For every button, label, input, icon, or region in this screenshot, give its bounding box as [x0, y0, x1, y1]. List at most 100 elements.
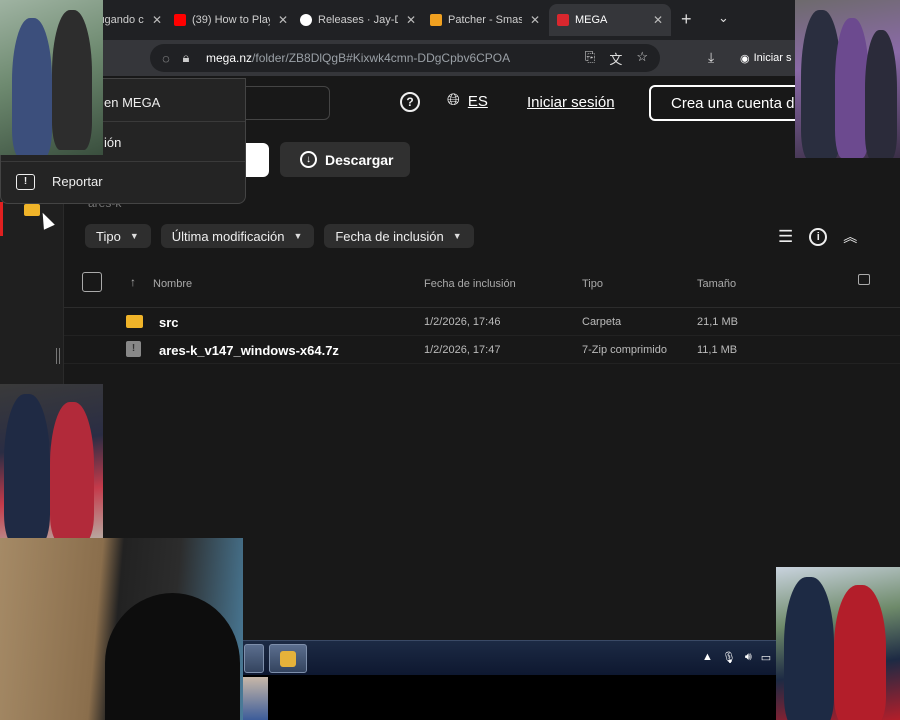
file-size: 11,1 MB [697, 344, 738, 356]
tab-label: Patcher - Smash [448, 14, 522, 26]
tab-list-button[interactable]: ⌄ [718, 10, 729, 26]
filter-bar: Tipo ▼ Última modificación ▼ Fecha de in… [85, 224, 474, 248]
windows-taskbar: ▲ 🎙︎ 🔊︎ ▭ [242, 640, 778, 675]
close-tab-icon[interactable]: ✕ [406, 13, 416, 27]
system-tray: ▲ 🎙︎ 🔊︎ ▭ [702, 651, 771, 664]
close-tab-icon[interactable]: ✕ [152, 13, 162, 27]
menu-item-label: Reportar [52, 174, 103, 189]
download-icon: ↓ [300, 151, 317, 168]
new-tab-button[interactable]: + [681, 9, 692, 30]
person-figure [784, 577, 834, 720]
lock-icon[interactable]: 🔒︎ [176, 50, 196, 66]
globe-icon: 🌐︎ [447, 92, 460, 109]
person-figure [834, 585, 886, 720]
tab-3[interactable]: Releases · Jay-D ✕ [300, 4, 418, 36]
column-size[interactable]: Tamaño [697, 278, 736, 290]
mega-logo-icon [557, 14, 569, 26]
chevron-down-icon: ▼ [293, 231, 303, 241]
tab-mega[interactable]: MEGA ✕ [549, 4, 671, 36]
column-type[interactable]: Tipo [582, 278, 603, 290]
column-name[interactable]: Nombre [153, 278, 192, 290]
downloads-icon[interactable]: ⤓ [708, 49, 714, 66]
install-app-icon[interactable]: ⎘ [585, 49, 595, 68]
language-selector[interactable]: 🌐︎ ES [447, 92, 488, 110]
taskbar-app-button[interactable] [269, 644, 307, 673]
browser-toolbar: ◌ 🔒︎ mega.nz /folder/ZB8DlQgB#Kixwk4cmn-… [0, 40, 900, 76]
volume-icon[interactable]: 🔊︎ [745, 651, 752, 664]
download-label: Descargar [325, 151, 394, 168]
signup-label: Crea una cuenta de [671, 94, 803, 112]
app-icon [280, 651, 296, 667]
tray-expand-icon[interactable]: ▲ [702, 651, 713, 664]
filter-last-modified[interactable]: Última modificación ▼ [160, 224, 315, 248]
taskbar-app-button[interactable] [244, 644, 264, 673]
download-button[interactable]: ↓ Descargar [280, 142, 410, 177]
archive-file-icon: ! [126, 341, 141, 357]
filter-label: Tipo [96, 228, 121, 244]
collapse-icon[interactable]: ︽ [843, 227, 857, 247]
black-strip [242, 675, 778, 720]
photo-overlay-left-middle [0, 384, 103, 538]
person-figure [865, 30, 897, 158]
tab-label: (39) How to Play [192, 14, 270, 26]
list-view-icon[interactable]: ☰ [778, 227, 793, 247]
file-size: 21,1 MB [697, 316, 738, 328]
site-info-icon[interactable]: ◌ [156, 51, 176, 66]
person-figure [50, 402, 94, 538]
file-name: ares-k_v147_windows-x64.7z [159, 343, 339, 358]
close-tab-icon[interactable]: ✕ [653, 13, 663, 27]
browser-tab-strip: jugando co ✕ (39) How to Play ✕ Releases… [0, 0, 900, 40]
youtube-icon [174, 14, 186, 26]
filter-label: Fecha de inclusión [335, 228, 444, 244]
sidebar-resize-handle-icon[interactable] [56, 348, 60, 364]
tab-label: jugando co [96, 14, 144, 26]
language-code: ES [467, 92, 488, 110]
sort-arrow-icon[interactable]: ↑ [130, 275, 136, 289]
report-icon: ! [16, 174, 35, 190]
file-type: 7-Zip comprimido [582, 344, 667, 356]
menu-item-label: ión [104, 135, 122, 150]
table-row[interactable]: ! ares-k_v147_windows-x64.7z 1/2/2026, 1… [64, 336, 900, 364]
tab-label: Releases · Jay-D [318, 14, 398, 26]
display-icon[interactable]: ▭ [761, 651, 771, 664]
account-icon: ◉ [740, 52, 750, 65]
file-name: src [159, 315, 179, 330]
photo-overlay-bottom-right [776, 567, 900, 720]
info-icon[interactable]: i [809, 228, 828, 246]
chevron-down-icon: ▼ [452, 231, 462, 241]
file-date: 1/2/2026, 17:46 [424, 316, 501, 328]
microphone-icon[interactable]: 🎙︎ [722, 651, 736, 664]
bookmark-star-icon[interactable]: ☆ [636, 49, 648, 68]
tab-2[interactable]: (39) How to Play ✕ [174, 4, 290, 36]
column-date[interactable]: Fecha de inclusión [424, 278, 516, 290]
menu-item-report[interactable]: Reportar [1, 162, 245, 202]
tab-label: MEGA [575, 14, 608, 26]
translate-icon[interactable]: 文 [609, 49, 622, 68]
person-figure [835, 18, 869, 158]
table-row[interactable]: src 1/2/2026, 17:46 Carpeta 21,1 MB [64, 308, 900, 336]
view-controls: ☰ i ︽ [778, 227, 857, 247]
person-figure [12, 18, 52, 155]
person-figure [4, 394, 50, 538]
url-host: mega.nz [206, 51, 253, 65]
login-link[interactable]: Iniciar sesión [527, 94, 615, 111]
filter-date-added[interactable]: Fecha de inclusión ▼ [324, 224, 474, 248]
small-photo-thumbnail [243, 677, 268, 720]
chevron-down-icon: ▼ [129, 231, 139, 241]
tab-1[interactable]: jugando co ✕ [96, 4, 162, 36]
address-bar[interactable]: ◌ 🔒︎ mega.nz /folder/ZB8DlQgB#Kixwk4cmn-… [150, 44, 660, 72]
filter-type[interactable]: Tipo ▼ [85, 224, 151, 248]
filter-label: Última modificación [171, 228, 285, 244]
close-tab-icon[interactable]: ✕ [530, 13, 540, 27]
browser-signin-button[interactable]: ◉ Iniciar s [740, 48, 792, 68]
active-item-indicator [0, 202, 3, 236]
column-settings-icon[interactable] [858, 274, 870, 285]
webcam-overlay [0, 538, 243, 720]
photo-overlay-top-right [795, 0, 900, 158]
menu-item-label: en MEGA [104, 95, 161, 110]
tab-4[interactable]: Patcher - Smash ✕ [430, 4, 540, 36]
file-date: 1/2/2026, 17:47 [424, 344, 501, 356]
close-tab-icon[interactable]: ✕ [278, 13, 288, 27]
select-all-checkbox[interactable] [82, 272, 102, 292]
help-icon[interactable]: ? [400, 92, 420, 112]
